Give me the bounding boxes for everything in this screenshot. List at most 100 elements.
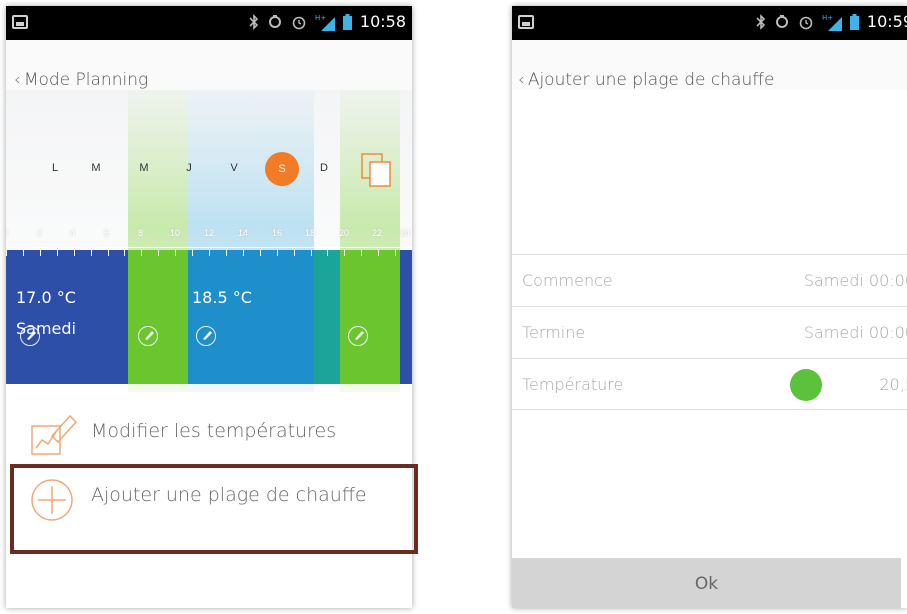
hour-tick [158,250,160,256]
hour-tick [39,250,41,256]
bluetooth-icon [756,13,766,30]
day-selector: L M M J V S D [6,152,412,186]
hour-tick [107,250,109,256]
slot-band-transition [314,250,340,384]
hour-tick [276,250,278,256]
status-bar: H+ 10:58 [6,6,412,40]
hour-tick [175,250,177,256]
header[interactable]: ‹ Mode Planning [6,40,412,90]
back-chevron-icon[interactable]: ‹ [14,70,21,90]
status-time: 10:58 [359,12,406,31]
hour-tick [259,250,261,256]
copy-icon[interactable] [358,152,394,188]
hour-tick [6,250,7,256]
gallery-notification-icon [12,15,28,29]
hour-tick [73,250,75,256]
svg-text:H+: H+ [315,14,326,22]
page-title: Ajouter une plage de chauffe [527,70,775,90]
hour-ruler: 0 2 4 6 8 10 12 14 16 18 20 22 24 [6,220,412,250]
hour-tick [361,250,363,256]
ruler-label: 22 [372,228,383,238]
hour-tick [242,250,244,256]
hour-tick [310,250,312,256]
alarm-icon [799,16,813,29]
add-slot-screen: H+ 10:59 ‹Ajouter une plage de chauffe C… [512,6,907,608]
edit-slot-icon[interactable] [196,326,216,346]
status-time: 10:59 [866,12,907,31]
day-monday[interactable]: L [45,162,65,174]
temperature-label: Température [522,375,624,394]
ruler-label: 20 [339,228,350,238]
ruler-label: 16 [272,228,283,238]
slot-band-2[interactable] [128,250,188,384]
end-value: Samedi 00:00 [803,323,907,342]
ruler-label: 2 [37,228,43,238]
slot-band-end [400,250,412,384]
day-tuesday[interactable]: M [86,162,106,174]
hour-tick [22,250,24,256]
hour-tick [327,250,329,256]
hour-tick [90,250,92,256]
header[interactable]: ‹ Ajouter une plage de chauffe [512,40,907,90]
ruler-label: 24 [400,228,411,238]
signal-icon: H+ [822,14,842,31]
gallery-notification-icon [518,15,534,29]
day-thursday[interactable]: J [179,162,199,174]
edit-slot-icon[interactable] [138,326,158,346]
ok-button[interactable]: Ok [512,558,901,608]
day-saturday-selected[interactable]: S [265,152,299,186]
highlight-box [10,464,418,554]
start-label: Commence [522,271,613,290]
temperature-color-dot [790,369,822,401]
start-value: Samedi 00:00 [803,271,907,290]
svg-text:H+: H+ [822,14,833,22]
temperature-row[interactable]: Température 20,5 [512,358,907,410]
hour-tick [378,250,380,256]
slot-temperature: 18.5 °C [192,288,252,307]
bluetooth-icon [249,13,259,30]
hour-tick [395,250,397,256]
edit-slot-icon[interactable] [348,326,368,346]
end-time-row[interactable]: Termine Samedi 00:00 [512,306,907,358]
edit-temperatures-menu-item[interactable]: Modifier les températures [6,406,412,462]
sync-icon [775,14,788,28]
hour-tick [344,250,346,256]
slot-band-3[interactable] [188,250,314,384]
slot-band-4[interactable] [340,250,400,384]
battery-icon [849,13,859,30]
ruler-label: 4 [70,228,76,238]
day-friday[interactable]: V [224,162,244,174]
day-sunday[interactable]: D [314,162,334,174]
ruler-label: 14 [238,228,249,238]
ruler-label: 8 [138,228,144,238]
edit-temperatures-icon [31,414,78,455]
hour-tick [192,250,194,256]
sync-icon [268,14,281,28]
alarm-icon [292,16,306,29]
hour-tick [124,250,126,256]
hour-tick [56,250,58,256]
battery-icon [342,13,352,30]
edit-temperatures-label: Modifier les températures [91,420,337,442]
ruler-label: 10 [170,228,181,238]
edit-slot-icon[interactable] [20,326,40,346]
ruler-label: 6 [104,228,110,238]
ruler-label: 12 [204,228,215,238]
slot-band-1[interactable] [6,250,128,384]
page-title: Mode Planning [23,70,149,90]
end-label: Termine [522,323,586,342]
ruler-label: 18 [305,228,316,238]
hour-tick [141,250,143,256]
hour-tick [293,250,295,256]
hour-tick [209,250,210,256]
back-chevron-icon[interactable]: ‹ [518,70,525,90]
hour-tick [225,250,227,256]
status-bar: H+ 10:59 [512,6,907,40]
ruler-line [6,247,412,248]
slot-temperature: 17.0 °C [16,288,76,307]
temperature-value: 20,5 [879,375,907,394]
start-time-row[interactable]: Commence Samedi 00:00 [512,254,907,306]
day-wednesday[interactable]: M [134,162,154,174]
signal-icon: H+ [315,14,335,31]
ruler-label: 0 [6,228,8,238]
